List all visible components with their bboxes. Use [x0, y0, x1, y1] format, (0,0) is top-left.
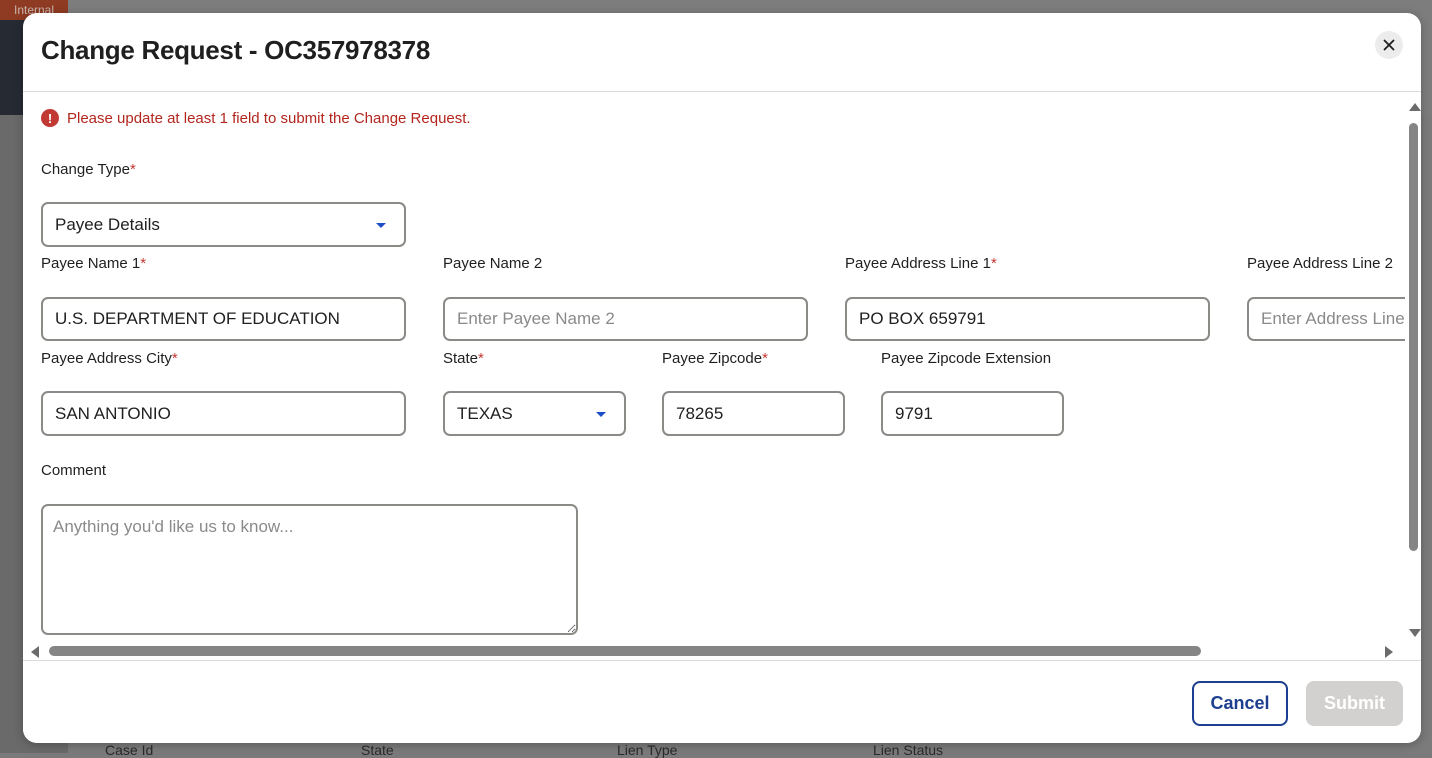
column-lien-status: Lien Status [873, 742, 944, 758]
modal-body: ! Please update at least 1 field to subm… [23, 92, 1405, 642]
change-type-value: Payee Details [55, 214, 160, 234]
city-label-text: Payee Address City [41, 350, 172, 367]
scroll-left-arrow-icon[interactable] [31, 646, 39, 658]
change-type-label: Change Type* [41, 161, 136, 178]
city-input[interactable] [41, 391, 406, 436]
payee-name-1-label: Payee Name 1* [41, 255, 146, 272]
address-line-1-label: Payee Address Line 1* [845, 255, 997, 272]
error-message-text: Please update at least 1 field to submit… [67, 109, 471, 127]
cancel-button[interactable]: Cancel [1192, 681, 1288, 726]
address-line-2-label: Payee Address Line 2 [1247, 255, 1393, 272]
vertical-scrollbar[interactable] [1405, 101, 1421, 641]
zipcode-input[interactable] [662, 391, 845, 436]
scroll-up-arrow-icon[interactable] [1409, 103, 1421, 111]
close-button[interactable] [1375, 31, 1403, 59]
required-marker: * [129, 161, 136, 178]
city-label: Payee Address City* [41, 350, 178, 367]
change-type-label-text: Change Type [41, 161, 130, 178]
state-value: TEXAS [457, 403, 513, 423]
address-line-1-label-text: Payee Address Line 1 [845, 255, 991, 272]
column-case-id: Case Id [105, 742, 154, 758]
payee-name-2-label: Payee Name 2 [443, 255, 543, 272]
zip-extension-input[interactable] [881, 391, 1064, 436]
required-marker: * [762, 350, 768, 367]
state-label: State* [443, 350, 484, 367]
modal-footer: Cancel Submit [23, 660, 1421, 743]
modal-header: Change Request - OC357978378 [23, 13, 1421, 92]
change-type-select[interactable]: Payee Details [41, 202, 406, 247]
required-marker: * [140, 255, 147, 272]
address-line-2-input[interactable] [1247, 297, 1405, 341]
state-select[interactable]: TEXAS [443, 391, 626, 436]
required-marker: * [990, 255, 997, 272]
comment-label: Comment [41, 462, 107, 479]
address-line-1-input[interactable] [845, 297, 1210, 341]
required-marker: * [171, 350, 178, 367]
payee-name-1-input[interactable] [41, 297, 406, 341]
payee-name-1-label-text: Payee Name 1 [41, 255, 141, 272]
caret-down-icon [596, 411, 606, 417]
column-lien-type: Lien Type [617, 742, 678, 758]
state-label-text: State [443, 350, 479, 367]
submit-button[interactable]: Submit [1306, 681, 1403, 726]
modal-title: Change Request - OC357978378 [41, 35, 430, 65]
zipcode-label: Payee Zipcode* [662, 350, 768, 367]
error-message: ! Please update at least 1 field to subm… [41, 109, 471, 127]
column-state: State [361, 742, 394, 758]
error-icon: ! [41, 109, 59, 127]
change-request-modal: Change Request - OC357978378 ! Please up… [23, 13, 1421, 743]
close-icon [1383, 39, 1395, 51]
horizontal-scroll-thumb[interactable] [49, 646, 1201, 656]
zipcode-label-text: Payee Zipcode [662, 350, 763, 367]
caret-down-icon [376, 222, 386, 228]
payee-name-2-input[interactable] [443, 297, 808, 341]
comment-textarea[interactable] [41, 504, 578, 635]
zip-extension-label: Payee Zipcode Extension [881, 350, 1052, 367]
vertical-scroll-thumb[interactable] [1409, 123, 1418, 551]
required-marker: * [478, 350, 484, 367]
horizontal-scrollbar[interactable] [23, 642, 1405, 660]
background-table-header: Case Id State Lien Type Lien Status [105, 742, 1129, 758]
scroll-right-arrow-icon[interactable] [1385, 646, 1393, 658]
scroll-down-arrow-icon[interactable] [1409, 629, 1421, 637]
